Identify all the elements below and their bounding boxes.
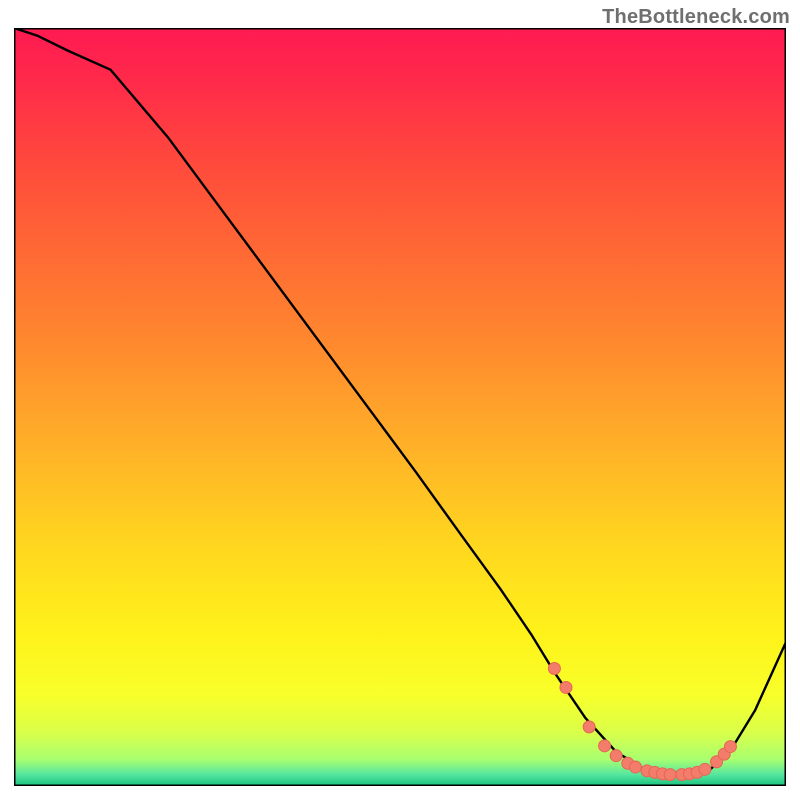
data-dot [583, 721, 595, 733]
chart-root: TheBottleneck.com [0, 0, 800, 800]
data-dot [724, 741, 736, 753]
data-dot [599, 740, 611, 752]
data-dot [629, 761, 641, 773]
data-dot [610, 750, 622, 762]
chart-background [14, 28, 786, 786]
data-dot [664, 769, 676, 781]
chart-svg [14, 28, 786, 786]
data-dot [699, 763, 711, 775]
data-dot [560, 681, 572, 693]
plot-area [14, 28, 786, 786]
data-dot [548, 663, 560, 675]
watermark-text: TheBottleneck.com [602, 6, 790, 29]
